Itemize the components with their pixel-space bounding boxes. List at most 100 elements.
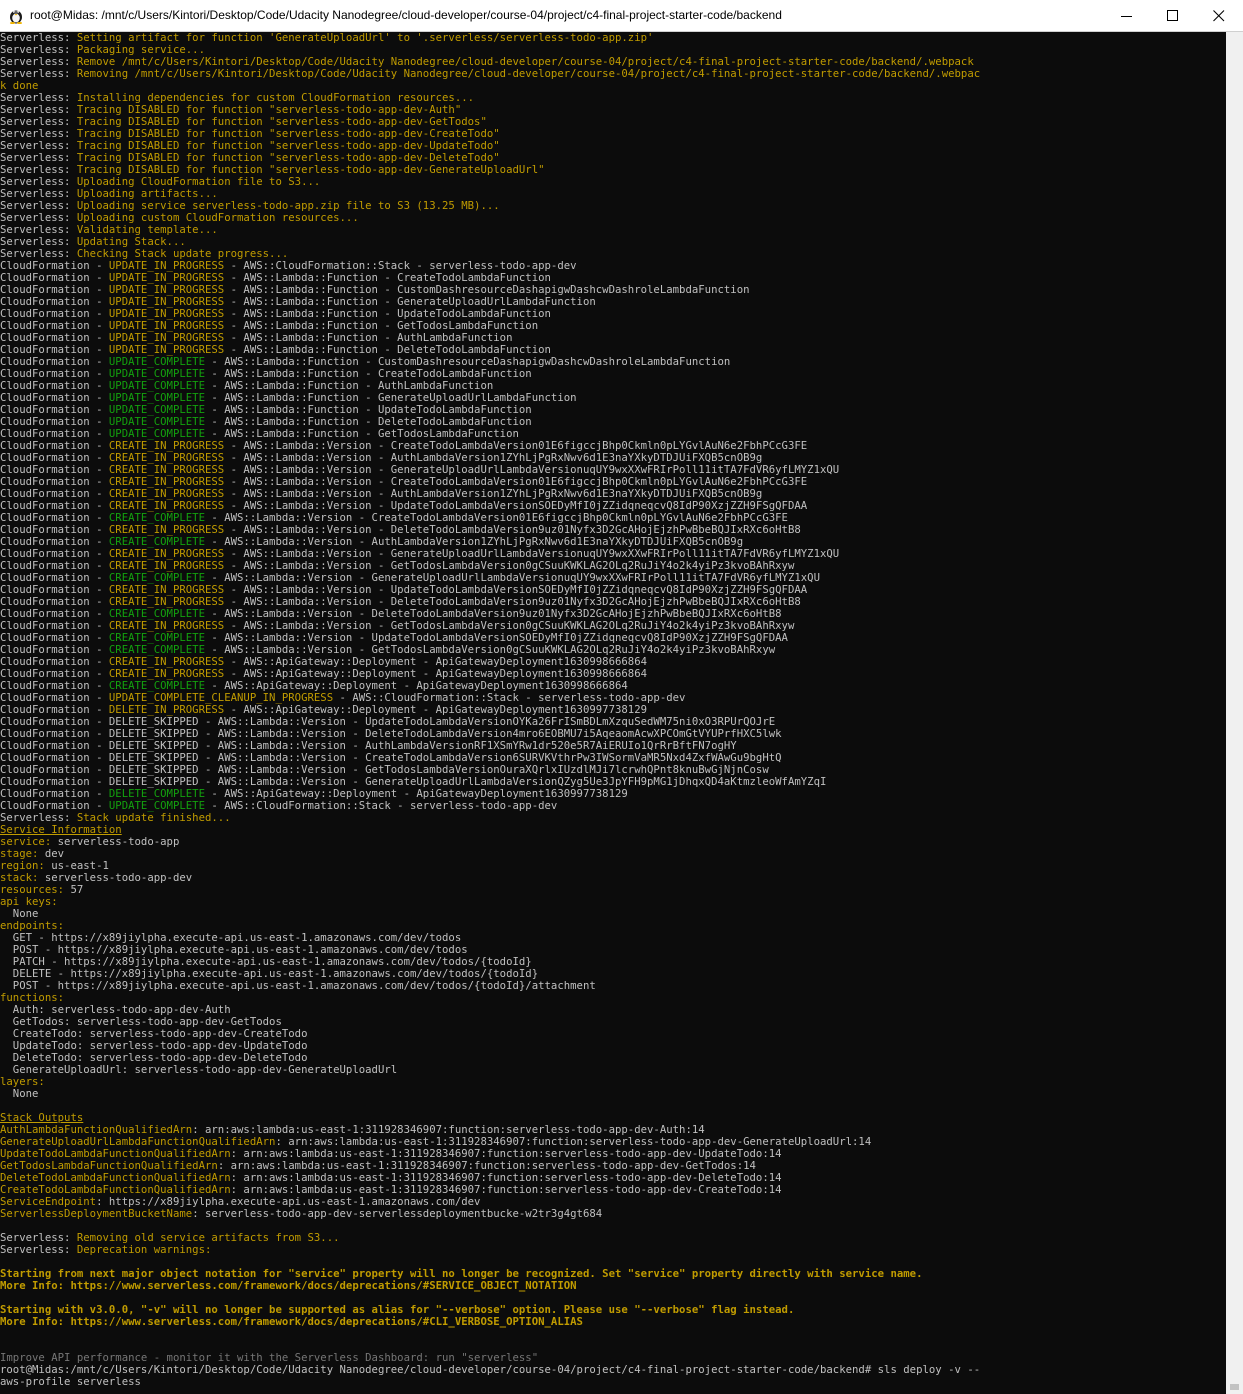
terminal-text: api keys: xyxy=(0,896,58,908)
terminal-text: Serverless: xyxy=(0,812,77,824)
terminal-text: CloudFormation - xyxy=(0,704,109,716)
terminal-line: ServerlessDeploymentBucketName: serverle… xyxy=(0,1208,1226,1220)
terminal-text: Serverless: xyxy=(0,248,77,260)
title-bar[interactable]: root@Midas: /mnt/c/Users/Kintori/Desktop… xyxy=(0,0,1243,32)
terminal-line: CloudFormation - UPDATE_COMPLETE - AWS::… xyxy=(0,392,1226,404)
terminal-line: CloudFormation - CREATE_COMPLETE - AWS::… xyxy=(0,512,1226,524)
minimize-icon xyxy=(1121,16,1132,17)
terminal-line: aws-profile serverless xyxy=(0,1376,1226,1388)
terminal-line: None xyxy=(0,908,1226,920)
terminal-line: CloudFormation - DELETE_SKIPPED - AWS::L… xyxy=(0,716,1226,728)
terminal-text: CloudFormation - xyxy=(0,500,109,512)
terminal-text: - AWS::Lambda::Function - GetTodosLambda… xyxy=(205,428,519,440)
terminal-text: CloudFormation - DELETE_SKIPPED - AWS::L… xyxy=(0,764,769,776)
terminal-text: UPDATE_IN_PROGRESS xyxy=(108,260,225,272)
terminal-text: - AWS::Lambda::Version - GetTodosLambdaV… xyxy=(205,644,776,656)
terminal-line: Serverless: Installing dependencies for … xyxy=(0,92,1226,104)
scrollbar-thumb[interactable] xyxy=(1230,1384,1239,1390)
terminal-text: Tracing DISABLED for function "serverles… xyxy=(76,104,462,116)
terminal-line: CloudFormation - UPDATE_IN_PROGRESS - AW… xyxy=(0,332,1226,344)
terminal-text: : serverless-todo-app-dev-serverlessdepl… xyxy=(192,1208,603,1220)
terminal-line: region: us-east-1 xyxy=(0,860,1226,872)
terminal-line: GenerateUploadUrl: serverless-todo-app-d… xyxy=(0,1064,1226,1076)
terminal-text: Tracing DISABLED for function "serverles… xyxy=(76,140,500,152)
terminal-text: resources: xyxy=(0,884,65,896)
terminal-text: region: xyxy=(0,860,45,872)
terminal-line: CloudFormation - CREATE_IN_PROGRESS - AW… xyxy=(0,584,1226,596)
terminal-text: Stack Outputs xyxy=(0,1112,84,1124)
terminal-line: CloudFormation - DELETE_SKIPPED - AWS::L… xyxy=(0,776,1226,788)
terminal-line: CloudFormation - DELETE_COMPLETE - AWS::… xyxy=(0,788,1226,800)
terminal-text: CloudFormation - xyxy=(0,356,109,368)
terminal-text: Checking Stack update progress... xyxy=(76,248,289,260)
terminal-text: aws-profile serverless xyxy=(0,1376,141,1388)
terminal-line: root@Midas:/mnt/c/Users/Kintori/Desktop/… xyxy=(0,1364,1226,1376)
terminal-line: Service Information xyxy=(0,824,1226,836)
terminal-text: UpdateTodoLambdaFunctionQualifiedArn xyxy=(0,1148,231,1160)
terminal-text: Serverless: xyxy=(0,1232,77,1244)
terminal-text: CloudFormation - xyxy=(0,572,109,584)
terminal-line: CloudFormation - CREATE_COMPLETE - AWS::… xyxy=(0,536,1226,548)
terminal-text: CloudFormation - DELETE_SKIPPED - AWS::L… xyxy=(0,728,782,740)
terminal-line: CloudFormation - UPDATE_COMPLETE - AWS::… xyxy=(0,428,1226,440)
terminal-text: CloudFormation - xyxy=(0,272,109,284)
terminal-text: Serverless: xyxy=(0,1244,77,1256)
terminal-output[interactable]: Serverless: Setting artifact for functio… xyxy=(0,32,1226,1394)
terminal-text: CREATE_IN_PROGRESS xyxy=(108,476,225,488)
terminal-text: Serverless: xyxy=(0,224,77,236)
terminal-line: CloudFormation - CREATE_IN_PROGRESS - AW… xyxy=(0,476,1226,488)
terminal-text: CloudFormation - xyxy=(0,428,109,440)
terminal-line: CloudFormation - CREATE_COMPLETE - AWS::… xyxy=(0,608,1226,620)
terminal-text: Serverless: xyxy=(0,212,77,224)
terminal-text: CREATE_COMPLETE xyxy=(108,608,205,620)
terminal-text: UPDATE_COMPLETE xyxy=(108,800,205,812)
terminal-line: GetTodos: serverless-todo-app-dev-GetTod… xyxy=(0,1016,1226,1028)
terminal-text: CloudFormation - xyxy=(0,620,109,632)
terminal-line: stack: serverless-todo-app-dev xyxy=(0,872,1226,884)
terminal-line: resources: 57 xyxy=(0,884,1226,896)
terminal-text: functions: xyxy=(0,992,65,1004)
vertical-scrollbar[interactable] xyxy=(1226,32,1243,1394)
terminal-text: UPDATE_COMPLETE xyxy=(108,428,205,440)
terminal-text: root@Midas:/mnt/c/Users/Kintori/Desktop/… xyxy=(0,1364,981,1376)
terminal-text: Setting artifact for function 'GenerateU… xyxy=(76,32,654,44)
terminal-line: Serverless: Tracing DISABLED for functio… xyxy=(0,116,1226,128)
terminal-text: UPDATE_COMPLETE_CLEANUP_IN_PROGRESS xyxy=(108,692,334,704)
terminal-text: Serverless: xyxy=(0,68,77,80)
maximize-button[interactable] xyxy=(1150,0,1196,31)
terminal-text: - AWS::Lambda::Function - DeleteTodoLamb… xyxy=(205,416,532,428)
terminal-text: CloudFormation - xyxy=(0,464,109,476)
minimize-button[interactable] xyxy=(1104,0,1150,31)
terminal-text: CloudFormation - xyxy=(0,368,109,380)
terminal-text: - AWS::Lambda::Function - UpdateTodoLamb… xyxy=(205,404,532,416)
terminal-line: Serverless: Packaging service... xyxy=(0,44,1226,56)
terminal-text: CloudFormation - xyxy=(0,536,109,548)
terminal-line: GET - https://x89jiylpha.execute-api.us-… xyxy=(0,932,1226,944)
terminal-text: CloudFormation - xyxy=(0,404,109,416)
terminal-line: CloudFormation - CREATE_IN_PROGRESS - AW… xyxy=(0,656,1226,668)
terminal-text: CloudFormation - xyxy=(0,320,109,332)
terminal-text: UPDATE_IN_PROGRESS xyxy=(108,296,225,308)
terminal-text: CloudFormation - xyxy=(0,488,109,500)
terminal-text: - AWS::Lambda::Version - CreateTodoLambd… xyxy=(224,476,808,488)
terminal-text: Serverless: xyxy=(0,104,77,116)
terminal-text: Serverless: xyxy=(0,32,77,44)
close-button[interactable] xyxy=(1196,0,1242,31)
terminal-line: CloudFormation - UPDATE_IN_PROGRESS - AW… xyxy=(0,272,1226,284)
terminal-line: CloudFormation - DELETE_IN_PROGRESS - AW… xyxy=(0,704,1226,716)
terminal-line: Serverless: Removing old service artifac… xyxy=(0,1232,1226,1244)
terminal-text: layers: xyxy=(0,1076,45,1088)
terminal-text: CloudFormation - xyxy=(0,608,109,620)
terminal-text: - AWS::ApiGateway::Deployment - ApiGatew… xyxy=(224,668,648,680)
terminal-text: UPDATE_IN_PROGRESS xyxy=(108,272,225,284)
terminal-text: - AWS::Lambda::Function - GetTodosLambda… xyxy=(224,320,539,332)
terminal-text: Uploading artifacts... xyxy=(76,188,218,200)
terminal-text: - AWS::Lambda::Function - CreateTodoLamb… xyxy=(224,272,551,284)
terminal-text: CloudFormation - xyxy=(0,692,109,704)
terminal-text: UPDATE_IN_PROGRESS xyxy=(108,308,225,320)
terminal-text: - AWS::Lambda::Version - CreateTodoLambd… xyxy=(205,512,788,524)
terminal-line: GetTodosLambdaFunctionQualifiedArn: arn:… xyxy=(0,1160,1226,1172)
terminal-text: UpdateTodo: serverless-todo-app-dev-Upda… xyxy=(0,1040,308,1052)
terminal-text: CloudFormation - xyxy=(0,296,109,308)
